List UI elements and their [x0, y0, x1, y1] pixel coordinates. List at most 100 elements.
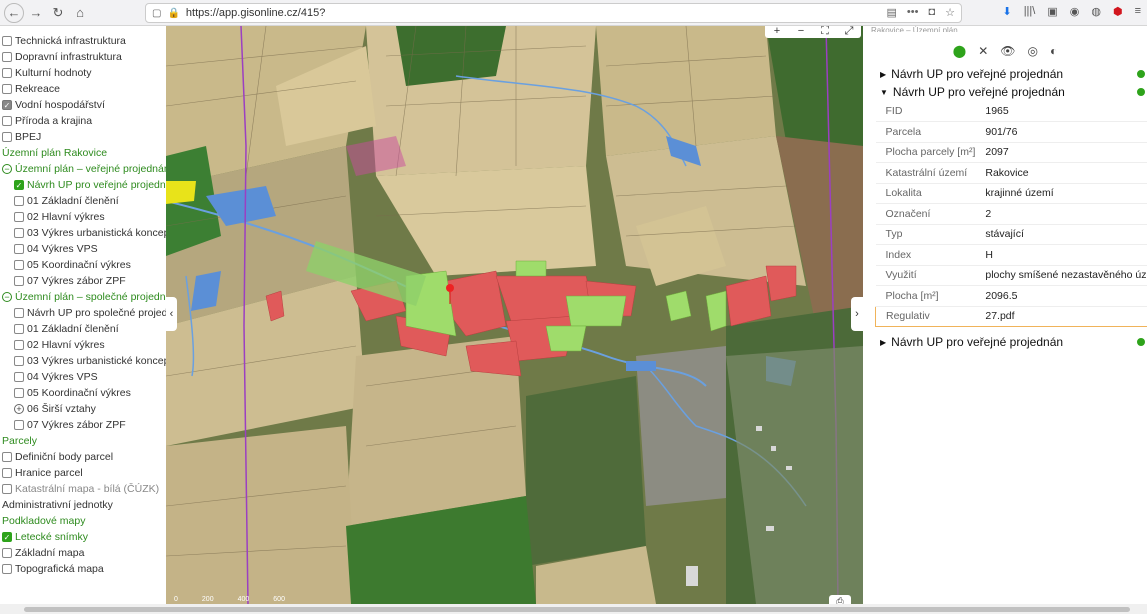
- layer-item[interactable]: 04 Výkres VPS: [0, 241, 166, 257]
- scrollbar-thumb[interactable]: [24, 607, 1130, 612]
- adblock-icon[interactable]: ⬢: [1113, 5, 1123, 18]
- layer-checkbox[interactable]: [14, 308, 24, 318]
- visibility-eye-icon[interactable]: 👁: [1000, 44, 1015, 58]
- extension-icon[interactable]: ◍: [1091, 5, 1101, 18]
- layer-item[interactable]: +06 Širší vztahy: [0, 401, 166, 417]
- layer-checkbox[interactable]: ✓: [14, 180, 24, 190]
- collapse-minus-icon[interactable]: −: [2, 164, 12, 174]
- layer-checkbox[interactable]: [14, 372, 24, 382]
- layer-item[interactable]: Rekreace: [0, 81, 166, 97]
- layer-item[interactable]: 07 Výkres zábor ZPF: [0, 273, 166, 289]
- result-section-collapsed[interactable]: ▶ Návrh UP pro veřejné projednán: [863, 65, 1147, 83]
- layer-label: BPEJ: [15, 131, 42, 143]
- layer-checkbox[interactable]: [2, 84, 12, 94]
- extent-button[interactable]: ⤢: [837, 26, 861, 38]
- layer-checkbox[interactable]: [2, 116, 12, 126]
- layer-checkbox[interactable]: [14, 356, 24, 366]
- layer-checkbox[interactable]: [14, 196, 24, 206]
- address-bar[interactable]: ▢ 🔒 https://app.gisonline.cz/415? ▤ ••• …: [145, 3, 962, 23]
- layer-item[interactable]: 01 Základní členění: [0, 193, 166, 209]
- layer-item[interactable]: 01 Základní členění: [0, 321, 166, 337]
- layer-item[interactable]: Katastrální mapa - bílá (ČÚZK): [0, 481, 166, 497]
- layer-item[interactable]: Dopravní infrastruktura: [0, 49, 166, 65]
- horizontal-scrollbar[interactable]: [0, 604, 1147, 614]
- layer-item[interactable]: 04 Výkres VPS: [0, 369, 166, 385]
- layer-item[interactable]: 03 Výkres urbanistické koncepce: [0, 353, 166, 369]
- collapse-right-panel-button[interactable]: ›: [851, 297, 863, 331]
- layer-checkbox[interactable]: [14, 260, 24, 270]
- bookmark-star-icon[interactable]: ☆: [945, 6, 955, 19]
- layer-checkbox[interactable]: [14, 388, 24, 398]
- layer-checkbox[interactable]: [14, 276, 24, 286]
- layer-item[interactable]: Základní mapa: [0, 545, 166, 561]
- layer-label: Územní plán – veřejné projednání: [15, 163, 166, 175]
- layer-item[interactable]: − Územní plán – společné projednání: [0, 289, 166, 305]
- layer-item[interactable]: ✓ Návrh UP pro veřejné projednán: [0, 177, 166, 193]
- layer-item[interactable]: ✓ Vodní hospodářství: [0, 97, 166, 113]
- collapse-left-panel-button[interactable]: ‹: [166, 297, 177, 331]
- layer-item[interactable]: 02 Hlavní výkres: [0, 337, 166, 353]
- url-text[interactable]: https://app.gisonline.cz/415?: [186, 7, 325, 19]
- account-icon[interactable]: ◉: [1070, 5, 1080, 18]
- fullscreen-button[interactable]: ⛶: [813, 26, 837, 38]
- layer-item[interactable]: 03 Výkres urbanistická koncepce: [0, 225, 166, 241]
- measure-tools-icon[interactable]: ✕: [978, 44, 988, 58]
- scale-bar: 0 200 400 600: [174, 596, 285, 603]
- layer-checkbox[interactable]: [14, 324, 24, 334]
- forward-icon[interactable]: →: [26, 3, 46, 23]
- layer-checkbox[interactable]: ✓: [2, 532, 12, 542]
- reload-icon[interactable]: ↻: [48, 3, 68, 23]
- page-info-icon[interactable]: ▢: [152, 8, 161, 19]
- layer-checkbox[interactable]: ✓: [2, 100, 12, 110]
- layer-item[interactable]: Návrh UP pro společné projednán: [0, 305, 166, 321]
- layer-checkbox[interactable]: [2, 36, 12, 46]
- layer-checkbox[interactable]: [14, 340, 24, 350]
- layer-checkbox[interactable]: [14, 212, 24, 222]
- page-actions-icon[interactable]: •••: [907, 6, 919, 19]
- layer-item[interactable]: BPEJ: [0, 129, 166, 145]
- globe-settings-icon[interactable]: ◐: [1050, 44, 1057, 58]
- reader-view-icon[interactable]: ▤: [887, 6, 897, 19]
- layer-item[interactable]: 05 Koordinační výkres: [0, 385, 166, 401]
- layer-item[interactable]: Topografická mapa: [0, 561, 166, 577]
- layer-checkbox[interactable]: [2, 68, 12, 78]
- back-icon[interactable]: ←: [4, 2, 24, 23]
- layer-checkbox[interactable]: [2, 452, 12, 462]
- layer-checkbox[interactable]: [2, 468, 12, 478]
- sidebar-icon[interactable]: ▣: [1047, 5, 1057, 18]
- layer-item[interactable]: Hranice parcel: [0, 465, 166, 481]
- identify-marker-icon[interactable]: ⬤: [953, 44, 966, 58]
- layer-checkbox[interactable]: [14, 228, 24, 238]
- layer-checkbox[interactable]: [2, 132, 12, 142]
- layer-item[interactable]: Definiční body parcel: [0, 449, 166, 465]
- layer-status-icon: [1137, 70, 1145, 78]
- regulativ-pdf-link[interactable]: 27.pdf: [975, 305, 1147, 327]
- layer-item[interactable]: Příroda a krajina: [0, 113, 166, 129]
- library-icon[interactable]: |||\: [1024, 5, 1036, 18]
- home-icon[interactable]: ⌂: [70, 3, 90, 23]
- layer-item[interactable]: 05 Koordinační výkres: [0, 257, 166, 273]
- result-section-expanded[interactable]: ▼ Návrh UP pro veřejné projednán: [863, 83, 1147, 101]
- layer-item[interactable]: − Územní plán – veřejné projednání: [0, 161, 166, 177]
- layer-checkbox[interactable]: [2, 484, 12, 494]
- layer-item[interactable]: 07 Výkres zábor ZPF: [0, 417, 166, 433]
- layer-item[interactable]: ✓ Letecké snímky: [0, 529, 166, 545]
- layer-checkbox[interactable]: [14, 244, 24, 254]
- map-view[interactable]: + − ⛶ ⤢: [166, 26, 863, 604]
- search-location-icon[interactable]: ◎: [1028, 44, 1038, 58]
- layer-checkbox[interactable]: [2, 564, 12, 574]
- result-section-collapsed[interactable]: ▶ Návrh UP pro veřejné projednán: [863, 333, 1147, 351]
- layer-item[interactable]: 02 Hlavní výkres: [0, 209, 166, 225]
- layer-checkbox[interactable]: [2, 548, 12, 558]
- zoom-in-button[interactable]: +: [765, 26, 789, 38]
- expand-plus-icon[interactable]: +: [14, 404, 24, 414]
- layer-checkbox[interactable]: [14, 420, 24, 430]
- collapse-minus-icon[interactable]: −: [2, 292, 12, 302]
- pocket-icon[interactable]: ◘: [928, 6, 935, 19]
- layer-item[interactable]: Technická infrastruktura: [0, 33, 166, 49]
- zoom-out-button[interactable]: −: [789, 26, 813, 38]
- layer-item[interactable]: Kulturní hodnoty: [0, 65, 166, 81]
- menu-icon[interactable]: ≡: [1135, 5, 1141, 18]
- layer-checkbox[interactable]: [2, 52, 12, 62]
- download-icon[interactable]: ⬇: [1002, 5, 1011, 18]
